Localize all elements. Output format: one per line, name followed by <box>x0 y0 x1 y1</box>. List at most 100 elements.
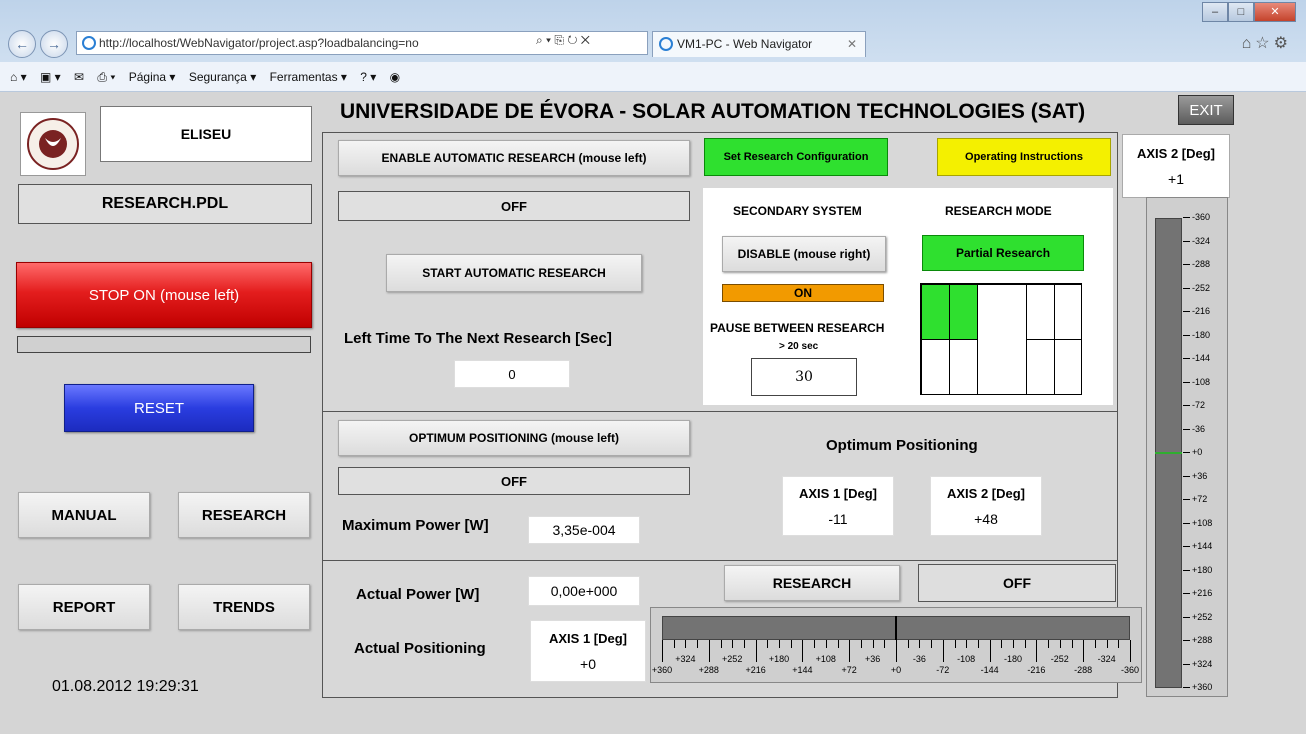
optimum-positioning-title: Optimum Positioning <box>826 437 978 454</box>
maximize-icon[interactable]: □ <box>1228 2 1254 22</box>
grid-cell <box>1026 284 1055 340</box>
axis2-tick-label: -108 <box>1183 377 1210 387</box>
axis2-tick-label: +36 <box>1183 471 1207 481</box>
axis1-tick-mark <box>896 640 897 662</box>
axis1-tick-mark <box>1130 640 1131 662</box>
extra-icon[interactable]: ◉ <box>390 70 400 84</box>
grid-cell <box>1054 339 1082 395</box>
home-favorites-settings-icons[interactable]: ⌂☆⚙ <box>1242 33 1292 53</box>
research-grid <box>920 283 1082 395</box>
axis1-tick-label: -324 <box>1097 654 1116 664</box>
menu-ferramentas[interactable]: Ferramentas ▾ <box>270 70 347 84</box>
axis1-tick-label: -36 <box>912 654 926 664</box>
operating-instructions-button[interactable]: Operating Instructions <box>937 138 1111 176</box>
grid-cell-active <box>949 284 978 340</box>
grid-cell <box>977 284 1027 395</box>
optimum-axis1-label: AXIS 1 [Deg] <box>798 485 877 501</box>
axis2-tick-label: +180 <box>1183 565 1212 575</box>
actual-research-button[interactable]: RESEARCH <box>724 565 900 601</box>
nav-report-button[interactable]: REPORT <box>18 584 150 630</box>
axis2-tick-label: +252 <box>1183 612 1212 622</box>
axis1-tick-mark <box>837 640 839 648</box>
secondary-state: ON <box>722 284 884 302</box>
feeds-icon[interactable]: ▣ ▾ <box>40 70 61 84</box>
axis1-tick-mark <box>1013 640 1014 648</box>
optimum-axis2-value: +48 <box>974 510 998 527</box>
left-time-label: Left Time To The Next Research [Sec] <box>344 330 612 347</box>
axis1-tick-label: +144 <box>792 665 813 675</box>
home-icon[interactable]: ⌂ ▾ <box>10 70 27 84</box>
menu-pagina[interactable]: Página ▾ <box>129 70 176 84</box>
nav-research-button[interactable]: RESEARCH <box>178 492 310 538</box>
forward-icon[interactable]: → <box>40 30 68 58</box>
axis2-tick-label: -288 <box>1183 259 1210 269</box>
help-icon[interactable]: ? ▾ <box>360 70 376 84</box>
axis1-tick-mark <box>673 640 675 648</box>
pause-value-input[interactable]: 30 <box>751 358 857 396</box>
page-title: UNIVERSIDADE DE ÉVORA - SOLAR AUTOMATION… <box>340 100 1086 123</box>
axis1-tick-mark <box>931 640 933 648</box>
stop-status-bar <box>17 336 311 353</box>
axis1-tick-mark <box>1118 640 1120 648</box>
close-window-icon[interactable]: ✕ <box>1254 2 1296 22</box>
axis1-tick-mark <box>860 640 862 648</box>
start-auto-research-button[interactable]: START AUTOMATIC RESEARCH <box>386 254 642 292</box>
back-icon[interactable]: ← <box>8 30 36 58</box>
set-research-config-button[interactable]: Set Research Configuration <box>704 138 888 176</box>
nav-trends-button[interactable]: TRENDS <box>178 584 310 630</box>
research-mode-value[interactable]: Partial Research <box>922 235 1084 271</box>
axis2-tick-label: -72 <box>1183 400 1205 410</box>
ie-logo-icon <box>659 37 673 51</box>
axis1-tick-mark <box>954 640 956 648</box>
axis1-tick-label: +252 <box>722 654 743 664</box>
menu-seguranca[interactable]: Segurança ▾ <box>189 70 256 84</box>
actual-research-state: OFF <box>918 564 1116 602</box>
pause-label: PAUSE BETWEEN RESEARCH <box>710 321 885 335</box>
minimize-icon[interactable]: – <box>1202 2 1228 22</box>
axis2-tick-label: -216 <box>1183 306 1210 316</box>
axis1-tick-mark <box>1083 640 1085 662</box>
user-name: ELISEU <box>100 106 312 162</box>
exit-button[interactable]: EXIT <box>1178 95 1234 125</box>
axis1-tick-mark <box>1024 640 1026 648</box>
stop-button[interactable]: STOP ON (mouse left) <box>16 262 312 328</box>
optimum-positioning-button[interactable]: OPTIMUM POSITIONING (mouse left) <box>338 420 690 456</box>
actual-axis1-value: +0 <box>580 655 596 672</box>
axis2-readout: AXIS 2 [Deg] +1 <box>1122 134 1230 198</box>
axis1-tick-mark <box>1048 640 1050 648</box>
tab-close-icon[interactable]: ✕ <box>847 32 857 57</box>
axis1-tick-mark <box>966 640 968 648</box>
university-logo <box>20 112 86 176</box>
axis1-tick-label: +180 <box>768 654 790 664</box>
left-time-value: 0 <box>454 360 570 388</box>
enable-auto-research-button[interactable]: ENABLE AUTOMATIC RESEARCH (mouse left) <box>338 140 690 176</box>
axis2-tick-label: +144 <box>1183 541 1212 551</box>
axis1-tick-mark <box>685 640 687 648</box>
address-tools-icon[interactable]: ⌕ ▾ ⎘ ↻ ✕ <box>536 33 590 48</box>
axis1-tick-mark <box>1071 640 1073 648</box>
print-icon[interactable]: ⎙ ▾ <box>97 70 115 84</box>
axis2-tick-label: +108 <box>1183 518 1212 528</box>
axis2-position-marker <box>1155 452 1182 454</box>
reset-button[interactable]: RESET <box>64 384 254 432</box>
axis1-tick-mark <box>872 640 874 648</box>
grid-cell <box>1054 284 1082 340</box>
axis1-tick-label: -108 <box>957 654 976 664</box>
axis1-tick-mark <box>919 640 921 648</box>
actual-axis1: AXIS 1 [Deg] +0 <box>530 620 646 682</box>
nav-manual-button[interactable]: MANUAL <box>18 492 150 538</box>
optimum-axis2-label: AXIS 2 [Deg] <box>946 485 1025 501</box>
axis1-tick-mark <box>802 640 804 662</box>
axis1-tick-mark <box>1106 640 1108 648</box>
axis1-tick-label: -144 <box>980 665 999 675</box>
axis1-tick-mark <box>708 640 710 662</box>
axis1-tick-mark <box>1059 640 1061 648</box>
axis2-tick-label: -36 <box>1183 424 1205 434</box>
axis1-tick-mark <box>697 640 699 648</box>
disable-secondary-button[interactable]: DISABLE (mouse right) <box>722 236 886 272</box>
mail-icon[interactable]: ✉ <box>74 70 84 84</box>
browser-tab[interactable]: VM1-PC - Web Navigator ✕ <box>652 31 866 57</box>
axis1-tick-label: -180 <box>1003 654 1022 664</box>
axis1-tick-mark <box>767 640 769 648</box>
axis1-tick-mark <box>814 640 816 648</box>
